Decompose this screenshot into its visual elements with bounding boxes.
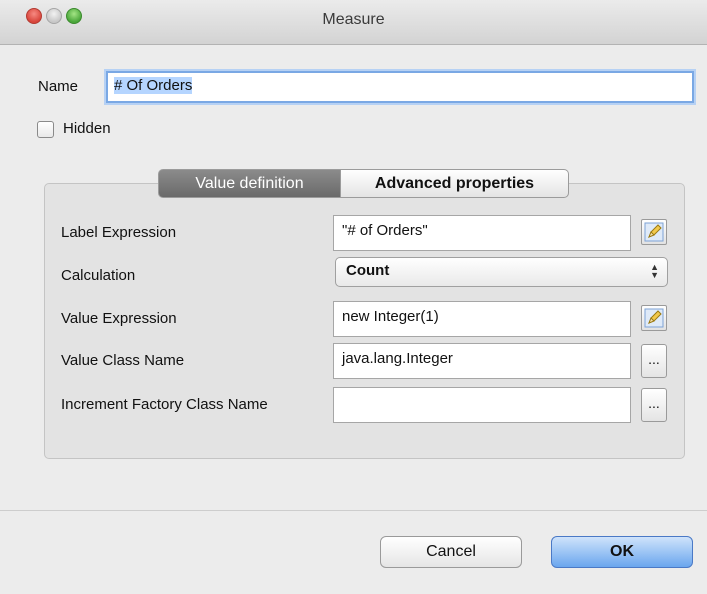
- hidden-checkbox[interactable]: [37, 121, 54, 138]
- label-expression-field[interactable]: "# of Orders": [333, 215, 631, 251]
- hidden-label[interactable]: Hidden: [63, 120, 111, 137]
- value-class-browse-button[interactable]: ...: [641, 344, 667, 378]
- value-expression-field[interactable]: new Integer(1): [333, 301, 631, 337]
- value-class-name-field[interactable]: java.lang.Integer: [333, 343, 631, 379]
- name-label: Name: [38, 78, 79, 95]
- name-input-value: # Of Orders: [114, 77, 193, 94]
- edit-pencil-icon: [644, 308, 664, 328]
- footer-divider: [0, 510, 707, 511]
- tab-advanced-properties[interactable]: Advanced properties: [341, 169, 569, 198]
- value-expression-label: Value Expression: [61, 310, 177, 327]
- calculation-value: Count: [346, 262, 390, 279]
- name-input[interactable]: # Of Orders: [106, 71, 694, 103]
- increment-factory-browse-button[interactable]: ...: [641, 388, 667, 422]
- ok-button[interactable]: OK: [551, 536, 693, 568]
- calculation-select[interactable]: Count ▲ ▼: [335, 257, 668, 287]
- measure-dialog: Measure Name # Of Orders Hidden Value de…: [0, 0, 707, 594]
- up-down-arrows-icon: ▲ ▼: [650, 262, 659, 280]
- window-title: Measure: [322, 11, 385, 28]
- calculation-label: Calculation: [61, 267, 136, 284]
- cancel-button[interactable]: Cancel: [380, 536, 522, 568]
- value-expression-edit-button[interactable]: [641, 305, 667, 331]
- label-expression-label: Label Expression: [61, 224, 177, 241]
- increment-factory-label: Increment Factory Class Name: [61, 396, 268, 413]
- value-class-name-label: Value Class Name: [61, 352, 185, 369]
- tab-bar: Value definition Advanced properties: [158, 169, 569, 198]
- title-bar: Measure: [0, 0, 707, 45]
- tab-value-definition[interactable]: Value definition: [158, 169, 341, 198]
- increment-factory-field[interactable]: [333, 387, 631, 423]
- edit-pencil-icon: [644, 222, 664, 242]
- label-expression-edit-button[interactable]: [641, 219, 667, 245]
